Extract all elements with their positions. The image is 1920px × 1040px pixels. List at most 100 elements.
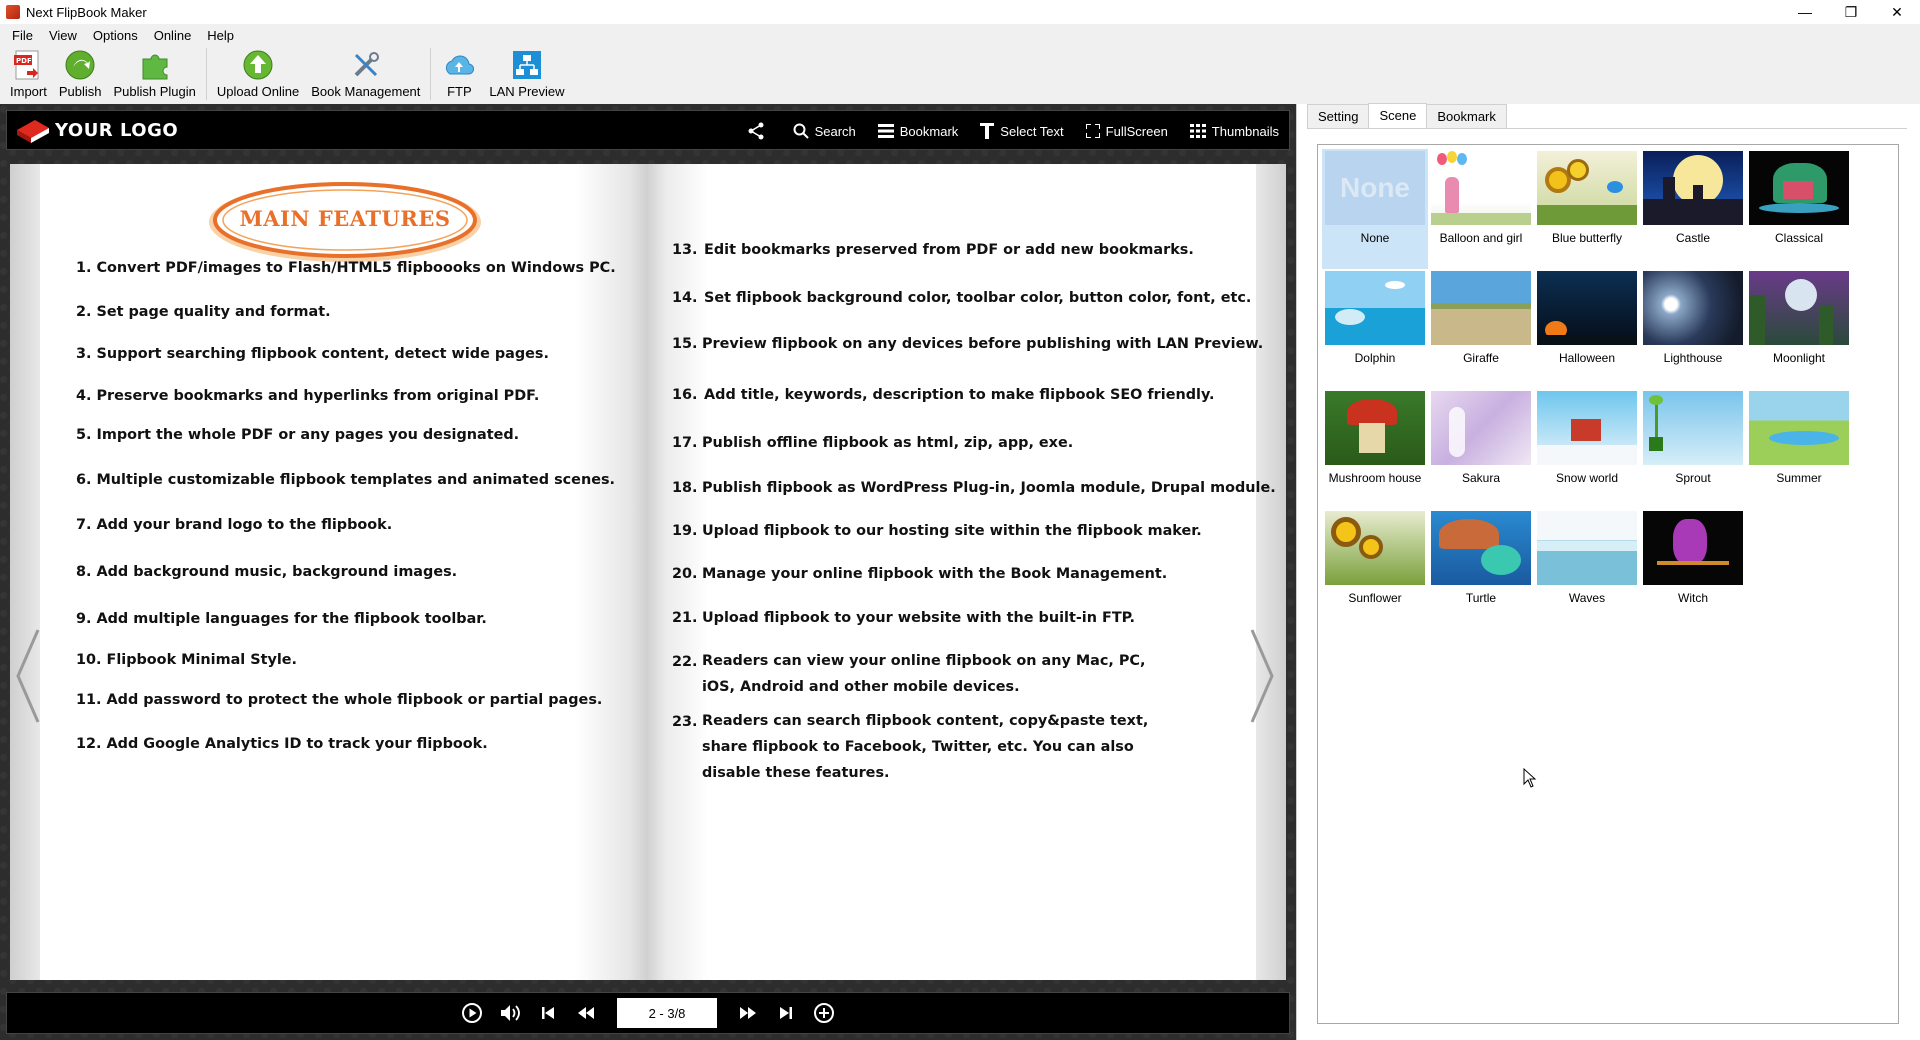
scene-item-turtle[interactable]: Turtle xyxy=(1428,509,1534,629)
left-page[interactable]: MAIN FEATURES 1. Convert PDF/images to F… xyxy=(40,164,648,980)
settings-panel: Setting Scene Bookmark None None Balloon… xyxy=(1296,103,1920,1040)
scene-label: Classical xyxy=(1774,231,1823,245)
scene-item-giraffe[interactable]: Giraffe xyxy=(1428,269,1534,389)
scene-item-waves[interactable]: Waves xyxy=(1534,509,1640,629)
import-button[interactable]: PDF Import xyxy=(4,46,53,99)
scene-item-summer[interactable]: Summer xyxy=(1746,389,1852,509)
scene-thumbnail xyxy=(1537,391,1637,465)
previous-page-arrow[interactable] xyxy=(14,626,44,726)
scene-label: Castle xyxy=(1675,231,1710,245)
scene-item-sprout[interactable]: Sprout xyxy=(1640,389,1746,509)
maximize-button[interactable]: ❐ xyxy=(1828,0,1874,24)
menu-file[interactable]: File xyxy=(4,28,41,43)
scene-thumbnail xyxy=(1643,511,1743,585)
puzzle-icon xyxy=(137,48,173,82)
scene-item-snow-world[interactable]: Snow world xyxy=(1534,389,1640,509)
scene-item-sakura[interactable]: Sakura xyxy=(1428,389,1534,509)
toolbar-separator xyxy=(205,48,207,100)
feature-item: 2. Set page quality and format. xyxy=(76,304,331,320)
menu-online[interactable]: Online xyxy=(146,28,200,43)
tab-bookmark[interactable]: Bookmark xyxy=(1426,104,1507,128)
feature-number: 18. xyxy=(672,480,698,496)
tab-scene[interactable]: Scene xyxy=(1368,103,1428,129)
app-icon xyxy=(6,5,20,19)
share-button[interactable] xyxy=(747,122,771,140)
scene-item-moonlight[interactable]: Moonlight xyxy=(1746,269,1852,389)
feature-item: 11. Add password to protect the whole fl… xyxy=(76,692,603,708)
scene-item-sunflower[interactable]: Sunflower xyxy=(1322,509,1428,629)
menu-view[interactable]: View xyxy=(41,28,85,43)
feature-item: 7. Add your brand logo to the flipbook. xyxy=(76,517,393,533)
scene-item-mushroom-house[interactable]: Mushroom house xyxy=(1322,389,1428,509)
book-management-button[interactable]: Book Management xyxy=(305,46,426,99)
thumbnails-button[interactable]: Thumbnails xyxy=(1189,123,1279,139)
lan-preview-label: LAN Preview xyxy=(489,84,565,99)
next-page-button[interactable] xyxy=(729,997,767,1029)
bookmark-button[interactable]: Bookmark xyxy=(877,124,958,139)
toolbar-separator xyxy=(430,48,432,100)
autoplay-button[interactable] xyxy=(453,997,491,1029)
scene-thumbnail xyxy=(1643,271,1743,345)
scene-item-none[interactable]: None None xyxy=(1322,149,1428,269)
svg-text:PDF: PDF xyxy=(16,57,32,65)
scene-thumbnail xyxy=(1643,151,1743,225)
scene-thumbnail xyxy=(1643,391,1743,465)
feature-item: Upload flipbook to our hosting site with… xyxy=(702,523,1202,539)
tab-setting[interactable]: Setting xyxy=(1307,104,1370,128)
scene-item-blue-butterfly[interactable]: Blue butterfly xyxy=(1534,149,1640,269)
search-button[interactable]: Search xyxy=(793,123,856,139)
scene-item-witch[interactable]: Witch xyxy=(1640,509,1746,629)
feature-item: Set flipbook background color, toolbar c… xyxy=(704,290,1252,306)
grid-icon xyxy=(1189,124,1206,138)
scene-thumbnail xyxy=(1325,511,1425,585)
right-page[interactable]: 13. Edit bookmarks preserved from PDF or… xyxy=(648,164,1276,980)
scene-item-lighthouse[interactable]: Lighthouse xyxy=(1640,269,1746,389)
menu-options[interactable]: Options xyxy=(85,28,146,43)
feature-item: Readers can view your online flipbook on… xyxy=(702,653,1146,695)
scene-thumbnail xyxy=(1749,151,1849,225)
next-page-arrow[interactable] xyxy=(1246,626,1276,726)
feature-number: 20. xyxy=(672,566,698,582)
feature-number: 16. xyxy=(672,387,698,403)
scene-label: Summer xyxy=(1776,471,1822,485)
ftp-button[interactable]: FTP xyxy=(435,46,483,99)
fullscreen-button[interactable]: FullScreen xyxy=(1085,124,1168,139)
feature-item: 10. Flipbook Minimal Style. xyxy=(76,652,298,668)
previous-page-button[interactable] xyxy=(567,997,605,1029)
page-number-input[interactable]: 2 - 3/8 xyxy=(617,998,717,1028)
scene-item-dolphin[interactable]: Dolphin xyxy=(1322,269,1428,389)
scene-item-classical[interactable]: Classical xyxy=(1746,149,1852,269)
skip-last-icon xyxy=(780,1007,792,1019)
thumbnails-label: Thumbnails xyxy=(1211,123,1279,139)
menu-help[interactable]: Help xyxy=(199,28,242,43)
zoom-in-button[interactable] xyxy=(805,997,843,1029)
scene-label: Blue butterfly xyxy=(1551,231,1623,245)
upload-online-button[interactable]: Upload Online xyxy=(211,46,305,99)
publish-icon xyxy=(62,48,98,82)
publish-plugin-button[interactable]: Publish Plugin xyxy=(107,46,201,99)
menu-bar: File View Options Online Help xyxy=(0,24,1920,46)
select-text-button[interactable]: Select Text xyxy=(980,123,1064,139)
scene-thumbnail xyxy=(1431,271,1531,345)
scene-item-halloween[interactable]: Halloween xyxy=(1534,269,1640,389)
feature-number: 13. xyxy=(672,242,698,258)
feature-item: 4. Preserve bookmarks and hyperlinks fro… xyxy=(76,388,540,404)
feature-number: 22. xyxy=(672,654,698,670)
feature-number: 21. xyxy=(672,610,698,626)
last-page-button[interactable] xyxy=(767,997,805,1029)
feature-number: 15. xyxy=(672,336,698,352)
first-page-button[interactable] xyxy=(529,997,567,1029)
scene-item-castle[interactable]: Castle xyxy=(1640,149,1746,269)
close-button[interactable]: ✕ xyxy=(1874,0,1920,24)
publish-button[interactable]: Publish xyxy=(53,46,108,99)
sound-button[interactable] xyxy=(491,997,529,1029)
scene-item-balloon-and-girl[interactable]: Balloon and girl xyxy=(1428,149,1534,269)
lan-preview-button[interactable]: LAN Preview xyxy=(483,46,570,99)
feature-item: 9. Add multiple languages for the flipbo… xyxy=(76,611,487,627)
scene-label: Sprout xyxy=(1675,471,1711,485)
scene-thumbnail xyxy=(1537,151,1637,225)
right-page-stack xyxy=(1256,164,1286,980)
book-spread: MAIN FEATURES 1. Convert PDF/images to F… xyxy=(10,164,1286,980)
minimize-button[interactable]: — xyxy=(1782,0,1828,24)
rewind-icon xyxy=(578,1007,594,1019)
